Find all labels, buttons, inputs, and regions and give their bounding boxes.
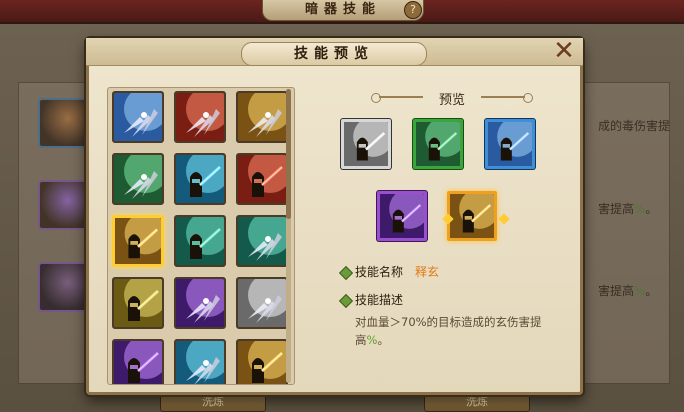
armor-gold-icon <box>238 341 286 384</box>
knight-purple-frame-icon <box>380 194 424 238</box>
knight-green-frame-icon <box>416 122 460 166</box>
shield-white-icon <box>238 279 286 327</box>
background-side-text: 害提高%。 <box>598 202 658 216</box>
skill-grid-cell[interactable] <box>174 91 226 143</box>
background-title: 暗器技能 <box>262 0 424 21</box>
skill-grid-cell[interactable] <box>112 277 164 329</box>
skill-grid-panel <box>107 87 295 385</box>
skill-name-label: 技能名称 <box>355 265 404 279</box>
skill-grid-cell[interactable] <box>174 215 226 267</box>
shield-teal-icon <box>238 217 286 265</box>
skill-grid-cell[interactable] <box>236 339 288 384</box>
skill-name-value: 释玄 <box>415 265 440 279</box>
background-refine-button[interactable]: 洗炼 <box>424 392 530 412</box>
bullet-icon <box>338 293 354 309</box>
skill-preview-dialog: 技能预览 ✕ 预览 技能名称 释玄 技能描述 对血量＞70%的目标造成的玄伤害提… <box>86 38 583 395</box>
background-skill-slot[interactable] <box>38 262 88 312</box>
preview-quality-slot[interactable] <box>341 119 391 169</box>
preview-quality-slot[interactable] <box>485 119 535 169</box>
knight-blue-icon <box>176 155 224 203</box>
skill-grid-cell[interactable] <box>236 91 288 143</box>
preview-quality-slot[interactable] <box>377 191 427 241</box>
skill-grid-cell[interactable] <box>112 153 164 205</box>
scroll-thumb[interactable] <box>286 89 291 219</box>
skill-description: 对血量＞70%的目标造成的玄伤害提高%。 <box>355 315 542 347</box>
green-blades-icon <box>114 155 162 203</box>
skill-grid-cell[interactable] <box>174 277 226 329</box>
knight-blue-frame-icon <box>488 122 532 166</box>
armor-yellow-icon <box>114 279 162 327</box>
grid-scrollbar[interactable] <box>286 89 291 383</box>
dialog-header: 技能预览 ✕ <box>86 38 583 66</box>
skill-grid <box>112 91 292 384</box>
skill-grid-cell[interactable] <box>236 153 288 205</box>
skill-grid-cell[interactable] <box>112 91 164 143</box>
close-icon[interactable]: ✕ <box>552 38 576 64</box>
skill-grid-cell[interactable] <box>236 215 288 267</box>
skill-grid-cell[interactable] <box>174 153 226 205</box>
silver-blades-icon <box>114 93 162 141</box>
knight-teal-icon <box>176 217 224 265</box>
red-blades-icon <box>176 93 224 141</box>
bullet-icon <box>338 265 354 281</box>
warrior-purple-icon <box>114 341 162 384</box>
preview-label: 预览 <box>438 93 465 108</box>
knight-orange-frame-icon <box>450 194 494 238</box>
skill-desc-label: 技能描述 <box>355 293 404 307</box>
selection-marker-icon <box>498 213 510 225</box>
shield-purple-icon <box>176 279 224 327</box>
ornament-divider <box>371 93 423 103</box>
ornament-divider <box>481 93 533 103</box>
background-side-text: 害提高%。 <box>598 284 658 298</box>
background-skill-slot[interactable] <box>38 98 88 148</box>
shield-cyan-icon <box>176 341 224 384</box>
gold-blades-icon <box>238 93 286 141</box>
help-icon[interactable]: ? <box>404 1 422 19</box>
skill-grid-cell[interactable] <box>112 215 164 267</box>
knight-gold-icon <box>115 218 161 264</box>
preview-quality-slot[interactable] <box>413 119 463 169</box>
preview-quality-slot[interactable] <box>447 191 497 241</box>
knight-red-icon <box>238 155 286 203</box>
skill-grid-cell[interactable] <box>112 339 164 384</box>
dialog-title: 技能预览 <box>241 42 427 66</box>
background-refine-button[interactable]: 洗炼 <box>160 392 266 412</box>
knight-white-frame-icon <box>344 122 388 166</box>
skill-grid-cell[interactable] <box>236 277 288 329</box>
skill-grid-cell[interactable] <box>174 339 226 384</box>
background-side-text: 成的毒伤害提 <box>598 119 671 133</box>
background-skill-slot[interactable] <box>38 180 88 230</box>
